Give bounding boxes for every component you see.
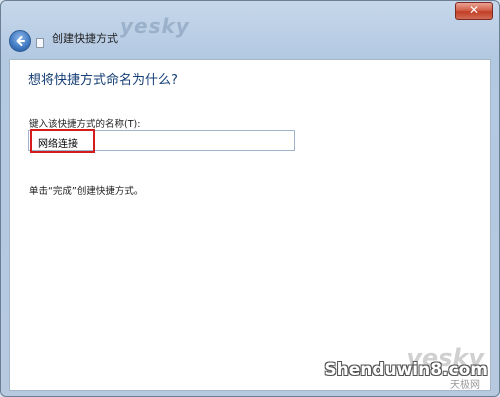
shortcut-name-label: 键入该快捷方式的名称(T):: [29, 119, 141, 130]
watermark-bottom: yesky Shenduwin8.com 天极网: [318, 344, 488, 391]
wizard-content-panel: [9, 59, 491, 391]
red-highlight-box: [30, 129, 95, 153]
watermark-cn-text: 天极网: [450, 380, 480, 391]
close-button[interactable]: ✕: [455, 2, 493, 20]
shortcut-wizard-icon: [36, 38, 44, 48]
back-arrow-icon: [16, 36, 25, 46]
close-icon: ✕: [468, 3, 480, 17]
page-heading: 想将快捷方式命名为什么?: [28, 73, 178, 88]
back-button[interactable]: [9, 30, 31, 52]
watermark-logo-top: yesky: [120, 14, 190, 38]
wizard-title: 创建快捷方式: [52, 32, 118, 45]
finish-hint-text: 单击“完成”创建快捷方式。: [29, 186, 144, 197]
